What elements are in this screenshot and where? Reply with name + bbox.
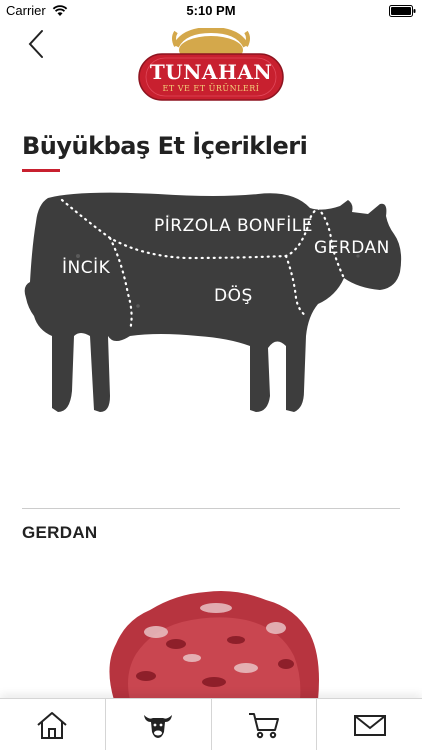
logo-name: TUNAHAN [149,60,273,84]
page-title: Büyükbaş Et İçerikleri [22,132,308,160]
tab-cart[interactable] [212,699,318,750]
section-title: GERDAN [22,523,98,542]
tab-contact[interactable] [317,699,422,750]
chevron-left-icon [28,30,43,58]
meat-product-image [109,591,319,700]
section-divider [22,508,400,509]
clock: 5:10 PM [186,3,236,18]
back-button[interactable] [24,28,50,60]
tab-products[interactable] [106,699,212,750]
cut-label-gerdan[interactable]: GERDAN [314,238,390,258]
tab-bar [0,698,422,750]
title-underline [22,169,60,172]
cut-label-pirzola[interactable]: PİRZOLA BONFİLE [154,216,313,236]
battery-icon [389,5,416,17]
tab-home[interactable] [0,699,106,750]
mail-icon [353,714,386,736]
cow-icon [144,714,173,738]
cart-icon [248,712,279,738]
cut-label-dos[interactable]: DÖŞ [214,286,253,306]
cut-label-incik[interactable]: İNCİK [62,258,110,278]
brand-logo: TUNAHAN ET VE ET ÜRÜNLERİ [136,26,286,104]
cow-cut-diagram: PİRZOLA BONFİLE GERDAN İNCİK DÖŞ [18,186,408,421]
logo-subtitle: ET VE ET ÜRÜNLERİ [162,84,260,93]
home-icon [37,711,68,739]
status-bar: Carrier 5:10 PM [0,0,422,22]
